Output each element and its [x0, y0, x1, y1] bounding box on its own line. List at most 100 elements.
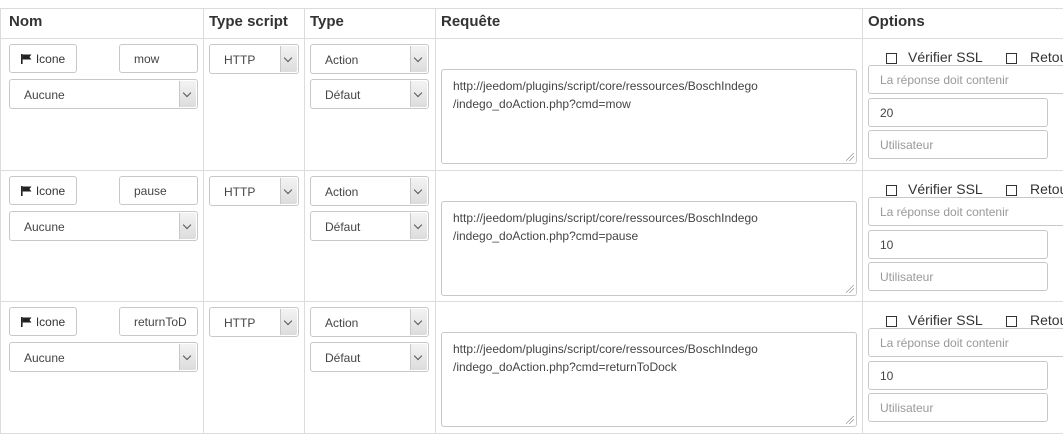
resize-handle-icon[interactable] — [846, 285, 854, 293]
subtype-select[interactable]: Défaut — [310, 211, 429, 241]
request-text-line: http://jeedom/plugins/script/core/ressou… — [453, 79, 758, 93]
icon-picker-label: Icone — [35, 314, 66, 329]
row-divider — [0, 301, 1063, 302]
response-contains-placeholder: La réponse doit contenir — [880, 205, 1009, 219]
retour-checkbox[interactable] — [1006, 53, 1017, 64]
column-divider — [203, 8, 204, 434]
chevron-down-icon — [280, 178, 297, 204]
verify-ssl-checkbox[interactable] — [886, 316, 897, 327]
user-placeholder: Utilisateur — [880, 138, 934, 152]
icon-select-value: Aucune — [24, 88, 65, 102]
header-nom: Nom — [9, 13, 43, 30]
column-divider — [0, 8, 1, 434]
chevron-down-icon — [410, 344, 427, 370]
script-type-select[interactable]: HTTP — [209, 307, 299, 337]
request-text-line: /indego_doAction.php?cmd=returnToDock — [453, 360, 677, 374]
subtype-select[interactable]: Défaut — [310, 79, 429, 109]
script-type-value: HTTP — [224, 53, 256, 67]
chevron-down-icon — [179, 344, 196, 370]
retour-label: Retou — [1030, 181, 1063, 197]
command-name-value: returnToD — [134, 315, 187, 329]
chevron-down-icon — [280, 46, 297, 72]
header-bottom-border — [0, 38, 1063, 39]
icon-picker-button[interactable]: Icone — [9, 176, 77, 205]
row-divider — [0, 170, 1063, 171]
retour-label: Retou — [1030, 312, 1063, 328]
user-input[interactable]: Utilisateur — [868, 393, 1048, 422]
chevron-down-icon — [179, 213, 196, 239]
verify-ssl-checkbox[interactable] — [886, 53, 897, 64]
timeout-input[interactable]: 10 — [868, 361, 1048, 390]
chevron-down-icon — [280, 309, 297, 335]
table-bottom-border — [0, 433, 1063, 434]
request-text-line: http://jeedom/plugins/script/core/ressou… — [453, 342, 758, 356]
chevron-down-icon — [410, 213, 427, 239]
chevron-down-icon — [410, 46, 427, 72]
user-placeholder: Utilisateur — [880, 270, 934, 284]
icon-picker-label: Icone — [35, 51, 66, 66]
command-name-value: mow — [134, 52, 160, 66]
chevron-down-icon — [410, 309, 427, 335]
verify-ssl-checkbox[interactable] — [886, 185, 897, 196]
type-select[interactable]: Action — [310, 176, 429, 206]
timeout-input[interactable]: 10 — [868, 230, 1048, 259]
command-name-input[interactable]: pause — [119, 176, 198, 205]
command-name-value: pause — [134, 184, 167, 198]
subtype-value: Défaut — [325, 220, 361, 234]
response-contains-input[interactable]: La réponse doit contenir — [868, 328, 1063, 357]
header-type: Type — [310, 13, 344, 30]
resize-handle-icon[interactable] — [846, 153, 854, 161]
retour-checkbox[interactable] — [1006, 185, 1017, 196]
response-contains-placeholder: La réponse doit contenir — [880, 73, 1009, 87]
user-placeholder: Utilisateur — [880, 401, 934, 415]
request-textarea[interactable]: http://jeedom/plugins/script/core/ressou… — [441, 201, 857, 296]
retour-checkbox[interactable] — [1006, 316, 1017, 327]
timeout-input[interactable]: 20 — [868, 98, 1048, 127]
subtype-select[interactable]: Défaut — [310, 342, 429, 372]
icon-select[interactable]: Aucune — [9, 342, 198, 372]
icon-picker-button[interactable]: Icone — [9, 44, 77, 73]
timeout-value: 10 — [880, 369, 894, 383]
script-type-select[interactable]: HTTP — [209, 176, 299, 206]
icon-select-value: Aucune — [24, 220, 65, 234]
user-input[interactable]: Utilisateur — [868, 130, 1048, 159]
flag-icon — [20, 53, 32, 64]
response-contains-input[interactable]: La réponse doit contenir — [868, 197, 1063, 226]
chevron-down-icon — [410, 81, 427, 107]
timeout-value: 10 — [880, 238, 894, 252]
script-type-value: HTTP — [224, 316, 256, 330]
header-options: Options — [868, 13, 925, 30]
icon-select[interactable]: Aucune — [9, 211, 198, 241]
subtype-value: Défaut — [325, 88, 361, 102]
column-divider — [435, 8, 436, 434]
type-value: Action — [325, 316, 359, 330]
icon-picker-button[interactable]: Icone — [9, 307, 77, 336]
chevron-down-icon — [179, 81, 196, 107]
column-divider — [862, 8, 863, 434]
retour-label: Retou — [1030, 49, 1063, 65]
icon-picker-label: Icone — [35, 183, 66, 198]
command-name-input[interactable]: returnToD — [119, 307, 198, 336]
resize-handle-icon[interactable] — [846, 416, 854, 424]
command-name-input[interactable]: mow — [119, 44, 198, 73]
type-select[interactable]: Action — [310, 44, 429, 74]
header-requete: Requête — [441, 13, 501, 30]
request-textarea[interactable]: http://jeedom/plugins/script/core/ressou… — [441, 69, 857, 164]
type-select[interactable]: Action — [310, 307, 429, 337]
flag-icon — [20, 316, 32, 327]
type-value: Action — [325, 53, 359, 67]
user-input[interactable]: Utilisateur — [868, 262, 1048, 291]
column-divider — [304, 8, 305, 434]
chevron-down-icon — [410, 178, 427, 204]
request-text-line: /indego_doAction.php?cmd=mow — [453, 97, 631, 111]
response-contains-placeholder: La réponse doit contenir — [880, 336, 1009, 350]
response-contains-input[interactable]: La réponse doit contenir — [868, 65, 1063, 94]
request-text-line: /indego_doAction.php?cmd=pause — [453, 229, 639, 243]
subtype-value: Défaut — [325, 351, 361, 365]
icon-select[interactable]: Aucune — [9, 79, 198, 109]
timeout-value: 20 — [880, 106, 894, 120]
request-textarea[interactable]: http://jeedom/plugins/script/core/ressou… — [441, 332, 857, 427]
script-type-value: HTTP — [224, 185, 256, 199]
script-type-select[interactable]: HTTP — [209, 44, 299, 74]
type-value: Action — [325, 185, 359, 199]
